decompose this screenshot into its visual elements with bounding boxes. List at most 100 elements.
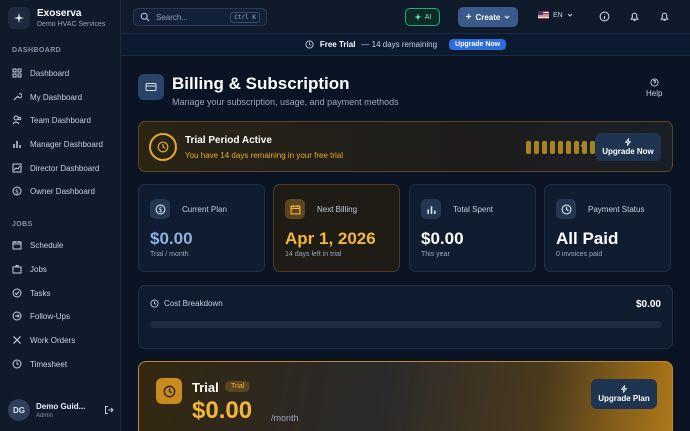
sparkle-icon [414,13,422,21]
trial-card-description: You have 14 days remaining in your free … [185,151,344,160]
clock-icon [556,199,576,219]
lightning-icon [624,138,632,146]
brand-name: Exoserva [37,8,82,19]
upgrade-plan-button[interactable]: Upgrade Plan [591,379,657,409]
sidebar-item-tasks[interactable]: Tasks [12,284,116,302]
upgrade-now-banner-button[interactable]: Upgrade Now [449,39,507,50]
create-button[interactable]: + Create [458,7,518,27]
stat-card-current-plan: $ Current Plan $0.00 Trial / month [138,184,265,272]
help-button[interactable]: Help [646,78,662,98]
current-plan-card: Trial Trial $0.00 /month Upgrade Plan [138,361,673,431]
language-selector[interactable]: EN [538,11,573,19]
calendar-icon [12,241,22,250]
stat-card-total-spent: Total Spent $0.00 This year [409,184,536,272]
info-icon[interactable] [599,11,610,22]
nav-section-dashboard: DASHBOARD [12,47,62,54]
plan-period: /month [271,413,299,423]
sidebar-item-label: Team Dashboard [30,115,91,125]
search-input[interactable]: Search... Ctrl K [133,8,267,26]
sidebar-item-label: Manager Dashboard [30,139,103,149]
trial-progress-dot [566,141,571,154]
user-name: Demo Guid... [36,401,86,411]
stat-card-next-billing: Next Billing Apr 1, 2026 14 days left in… [273,184,400,272]
search-icon [140,12,150,22]
sidebar-item-label: Work Orders [30,335,76,345]
clock-icon [149,133,177,161]
briefcase-icon [12,265,22,274]
sidebar: Exoserva Demo HVAC Services DASHBOARD Da… [0,0,121,431]
sidebar-item-team-dashboard[interactable]: Team Dashboard [12,111,116,129]
language-label: EN [553,11,563,19]
sidebar-item-label: Tasks [30,288,51,298]
avatar: DG [8,399,30,421]
sidebar-item-label: Dashboard [30,68,70,78]
lightning-icon [620,385,628,393]
bell-icon[interactable] [629,11,640,22]
sidebar-item-owner-dashboard[interactable]: $ Owner Dashboard [12,182,116,200]
stat-sub: Trial / month [150,251,189,258]
stat-label: Total Spent [453,205,494,214]
sidebar-item-label: My Dashboard [30,92,83,102]
main-content: Billing & Subscription Manage your subsc… [121,56,690,431]
chevron-down-icon [505,15,510,19]
trial-status-card: Trial Period Active You have 14 days rem… [138,121,673,172]
sidebar-item-schedule[interactable]: Schedule [12,236,116,254]
sidebar-item-dashboard[interactable]: Dashboard [12,64,116,82]
plan-price: $0.00 [192,397,253,424]
trial-progress-dot [558,141,563,154]
cost-breakdown-card: Cost Breakdown $0.00 [138,285,673,349]
sidebar-item-label: Schedule [30,240,64,250]
help-label: Help [646,89,663,98]
chevron-down-icon [567,13,573,17]
trial-banner-title: Free Trial [319,40,356,49]
sidebar-item-jobs[interactable]: Jobs [12,260,116,278]
plan-badge: Trial [225,381,251,392]
sidebar-item-director-dashboard[interactable]: Director Dashboard [12,159,116,177]
page-title: Billing & Subscription [172,74,350,93]
logout-icon[interactable] [104,405,114,415]
calendar-icon [285,199,305,219]
trial-progress-dot [542,141,547,154]
clock-icon [12,359,22,369]
sidebar-item-manager-dashboard[interactable]: Manager Dashboard [12,135,116,153]
stat-value: $0.00 [421,229,464,248]
search-placeholder: Search... [156,12,189,22]
sidebar-item-label: Timesheet [30,359,68,369]
check-circle-icon [12,288,22,298]
stat-label: Next Billing [317,205,358,214]
line-chart-icon [12,163,22,173]
sidebar-item-work-orders[interactable]: Work Orders [12,331,116,349]
grid-icon [12,68,22,78]
plan-name: Trial [192,380,219,395]
trial-progress-dot [550,141,555,154]
upgrade-now-button[interactable]: Upgrade Now [595,133,661,161]
wrench-icon [13,93,22,101]
stat-sub: 14 days left in trial [285,251,342,258]
brand[interactable]: Exoserva Demo HVAC Services [8,7,105,29]
plus-icon: + [465,11,472,23]
cost-breakdown-amount: $0.00 [635,299,661,310]
notification-bell-icon[interactable] [659,11,670,22]
sidebar-item-label: Jobs [30,264,47,274]
sidebar-item-follow-ups[interactable]: Follow-Ups [12,307,116,325]
sparkle-icon [8,7,30,29]
svg-text:$: $ [15,188,19,195]
trial-banner: Free Trial — 14 days remaining Upgrade N… [121,34,690,56]
brand-subtitle: Demo HVAC Services [37,21,106,28]
ai-label: AI [424,13,432,21]
sidebar-item-my-dashboard[interactable]: My Dashboard [12,88,116,106]
sidebar-item-label: Follow-Ups [30,311,71,321]
cost-breakdown-header: Cost Breakdown [150,299,223,308]
ai-button[interactable]: AI [405,8,440,26]
trial-progress-dots [526,141,603,154]
trial-progress-dot [574,141,579,154]
page-subtitle: Manage your subscription, usage, and pay… [172,97,399,107]
sidebar-item-timesheet[interactable]: Timesheet [12,355,116,373]
trial-progress-dot [534,141,539,154]
sidebar-item-label: Director Dashboard [30,163,100,173]
user-profile[interactable]: DG Demo Guid... Admin [8,399,114,421]
tools-icon [13,336,21,344]
cost-breakdown-bar [150,321,662,328]
trial-progress-dot [526,141,531,154]
trial-card-title: Trial Period Active [185,135,272,146]
